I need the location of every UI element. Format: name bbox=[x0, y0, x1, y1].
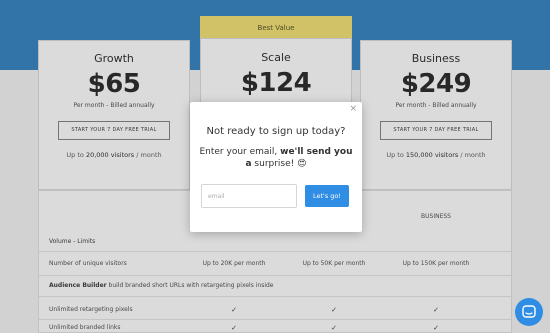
close-icon[interactable]: × bbox=[349, 104, 357, 114]
submit-button[interactable]: Let's go! bbox=[305, 185, 349, 207]
message-prefix: Enter your email, bbox=[199, 147, 281, 157]
message-rest: surprise! 😍 bbox=[251, 159, 307, 169]
email-input[interactable] bbox=[201, 184, 297, 208]
email-capture-modal: × Not ready to sign up today? Enter your… bbox=[190, 102, 362, 232]
modal-title: Not ready to sign up today? bbox=[206, 126, 346, 137]
chat-launcher-button[interactable] bbox=[515, 298, 543, 326]
chat-icon bbox=[522, 305, 536, 318]
modal-message: Enter your email, we'll send you a surpr… bbox=[190, 146, 362, 170]
